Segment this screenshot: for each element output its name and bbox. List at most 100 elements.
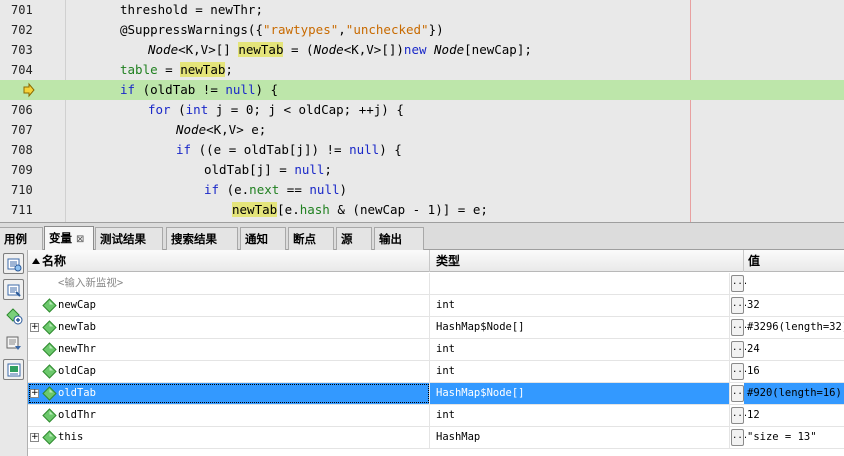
new-watch-row[interactable]: <输入新监视> ... — [28, 273, 844, 295]
variable-name: newTab — [58, 321, 96, 333]
name-cell[interactable]: + newTab — [28, 317, 430, 338]
edit-value-button[interactable]: ... — [731, 363, 746, 380]
tab-label: 源 — [341, 232, 353, 246]
code-text-area[interactable]: threshold = newThr; @SuppressWarnings({"… — [66, 0, 844, 222]
show-values-icon[interactable] — [3, 279, 24, 300]
edit-value-button[interactable]: ... — [731, 341, 746, 358]
code-token: }) — [428, 22, 444, 37]
column-header-label: 值 — [748, 254, 761, 268]
code-line-708: if ((e = oldTab[j]) != null) { — [66, 140, 844, 160]
line-number-gutter[interactable]: 701 702 703 704 706 707 708 709 710 711 — [0, 0, 66, 222]
code-line-707: Node<K,V> e; — [66, 120, 844, 140]
variables-table[interactable]: 名称 类型 值 <输入新监视> ... newCapint...32+newTa… — [28, 250, 844, 456]
variable-type: int — [436, 365, 455, 377]
code-token: (oldTab != — [135, 82, 226, 97]
name-cell[interactable]: + this — [28, 427, 430, 448]
variable-diamond-icon — [42, 364, 57, 379]
column-header-type[interactable]: 类型 — [430, 250, 744, 272]
code-token: <K,V>[] — [178, 42, 239, 57]
name-cell[interactable]: newCap — [28, 295, 430, 316]
column-header-label: 名称 — [42, 254, 67, 268]
tab-output[interactable]: 输出 — [374, 227, 424, 250]
type-cell: int — [430, 361, 730, 382]
evaluate-icon[interactable] — [3, 332, 24, 353]
table-row[interactable]: + oldTab HashMap$Node[]...#920(length=16) — [28, 383, 844, 405]
value-cell[interactable]: 12 — [744, 405, 844, 426]
table-row[interactable]: newCap int...32 — [28, 295, 844, 317]
variable-name: newCap — [58, 299, 96, 311]
edit-value-button[interactable]: ... — [731, 297, 746, 314]
line-number: 706 — [0, 100, 66, 120]
line-number-current — [0, 80, 66, 100]
value-cell[interactable]: #920(length=16) — [744, 383, 844, 404]
value-cell[interactable]: 16 — [744, 361, 844, 382]
tab-variables[interactable]: 变量 ⊠ — [44, 226, 94, 251]
line-number: 710 — [0, 180, 66, 200]
variable-value: 24 — [747, 343, 760, 355]
new-watch-cell[interactable]: <输入新监视> — [28, 273, 430, 294]
code-token: [newCap]; — [464, 42, 532, 57]
edit-value-button[interactable]: ... — [731, 429, 746, 446]
table-row[interactable]: newThr int...24 — [28, 339, 844, 361]
value-cell[interactable]: 24 — [744, 339, 844, 360]
edit-value-button[interactable]: ... — [731, 319, 746, 336]
variable-name: this — [58, 431, 84, 443]
tab-notifications[interactable]: 通知 — [240, 227, 286, 250]
watches-icon[interactable] — [3, 253, 24, 274]
variables-side-toolbar — [0, 250, 28, 456]
table-row[interactable]: oldCap int...16 — [28, 361, 844, 383]
type-cell: int — [430, 295, 730, 316]
tab-test-results[interactable]: 测试结果 — [95, 227, 163, 250]
expand-toggle-icon[interactable]: + — [30, 323, 39, 332]
code-token: & (newCap - 1)] = e; — [329, 202, 488, 217]
variable-diamond-icon — [42, 320, 57, 335]
edit-value-button[interactable]: ... — [731, 385, 746, 402]
edit-value-button[interactable]: ... — [731, 407, 746, 424]
code-token: = ( — [283, 42, 314, 57]
code-token: ; — [324, 162, 332, 177]
table-row[interactable]: + this HashMap..."size = 13" — [28, 427, 844, 449]
code-line-704: table = newTab; — [66, 60, 844, 80]
name-cell[interactable]: newThr — [28, 339, 430, 360]
variable-type: int — [436, 409, 455, 421]
column-header-value[interactable]: 值 — [744, 250, 844, 272]
code-line-711: newTab[e.hash & (newCap - 1)] = e; — [66, 200, 844, 220]
tab-label: 断点 — [293, 232, 316, 246]
variable-diamond-icon — [42, 298, 57, 313]
tab-label: 搜索结果 — [171, 232, 217, 246]
table-row[interactable]: + newTab HashMap$Node[]...#3296(length=32) — [28, 317, 844, 339]
variable-value: #920(length=16) — [747, 387, 842, 399]
sort-ascending-icon — [32, 258, 40, 264]
value-cell[interactable]: "size = 13" — [744, 427, 844, 448]
tab-usages[interactable]: 用例 — [0, 227, 43, 250]
expand-toggle-icon[interactable]: + — [30, 389, 39, 398]
code-keyword: new — [403, 42, 427, 57]
code-keyword: null — [349, 142, 380, 157]
value-cell[interactable]: 32 — [744, 295, 844, 316]
name-cell[interactable]: oldThr — [28, 405, 430, 426]
code-editor[interactable]: 701 702 703 704 706 707 708 709 710 711 … — [0, 0, 844, 222]
table-row[interactable]: oldThr int...12 — [28, 405, 844, 427]
value-cell[interactable]: #3296(length=32) — [744, 317, 844, 338]
tab-label: 输出 — [379, 232, 402, 246]
tab-label: 测试结果 — [100, 232, 146, 246]
edit-value-button[interactable]: ... — [731, 275, 746, 292]
name-cell[interactable]: + oldTab — [28, 383, 430, 404]
tab-search-results[interactable]: 搜索结果 — [166, 227, 238, 250]
output-tab-strip: 用例 变量 ⊠ 测试结果 搜索结果 通知 断点 源 输出 — [0, 222, 844, 251]
code-token: ) { — [255, 82, 279, 97]
tab-sources[interactable]: 源 — [336, 227, 372, 250]
name-cell[interactable]: oldCap — [28, 361, 430, 382]
layout-icon[interactable] — [3, 359, 24, 380]
variable-type: HashMap$Node[] — [436, 321, 525, 333]
close-icon[interactable]: ⊠ — [76, 234, 84, 245]
code-type: Node — [313, 42, 344, 57]
tab-breakpoints[interactable]: 断点 — [288, 227, 334, 250]
add-watch-icon[interactable] — [3, 305, 24, 326]
column-header-name[interactable]: 名称 — [28, 250, 430, 272]
code-token: (e. — [219, 182, 250, 197]
expand-toggle-icon[interactable]: + — [30, 433, 39, 442]
line-number-text: 709 — [11, 163, 33, 177]
type-cell: int — [430, 405, 730, 426]
